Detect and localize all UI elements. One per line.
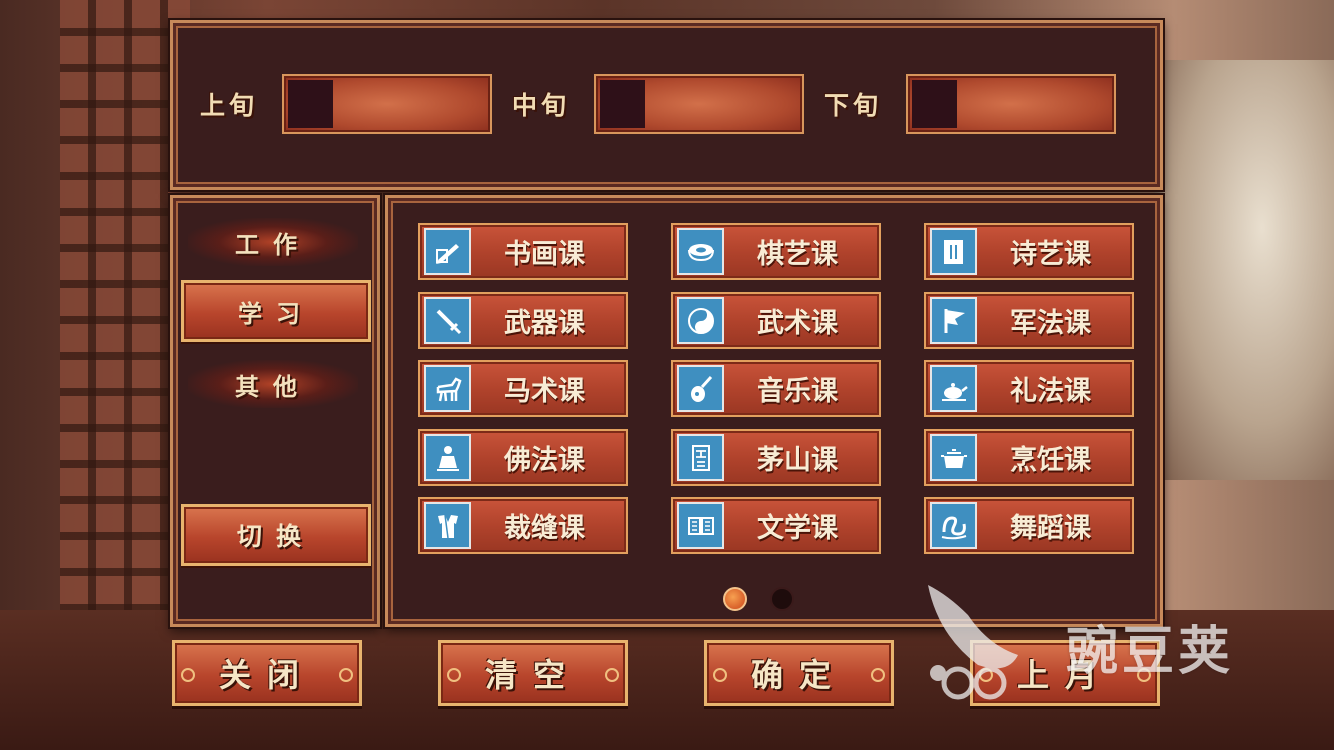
tab-work[interactable]: 工作: [188, 218, 358, 266]
slot-fill: [600, 80, 645, 128]
course-etiquette-button[interactable]: 礼法课: [924, 360, 1134, 417]
tab-other[interactable]: 其他: [188, 360, 358, 408]
talisman-icon: [677, 434, 724, 481]
previous-month-button[interactable]: 上月: [970, 640, 1160, 706]
poetry-scroll-icon: [930, 228, 977, 275]
page-dot-2[interactable]: [770, 587, 794, 611]
teapot-icon: [930, 365, 977, 412]
tab-study[interactable]: 学习: [181, 280, 371, 342]
xun-slot-late[interactable]: [906, 74, 1116, 134]
cooking-pot-icon: [930, 434, 977, 481]
course-cooking-button[interactable]: 烹饪课: [924, 429, 1134, 486]
pipa-icon: [677, 365, 724, 412]
slot-fill: [288, 80, 333, 128]
course-weapons-button[interactable]: 武器课: [418, 292, 628, 349]
course-poetry-button[interactable]: 诗艺课: [924, 223, 1134, 280]
course-tailoring-button[interactable]: 裁缝课: [418, 497, 628, 554]
course-literature-button[interactable]: 文学课: [671, 497, 881, 554]
book-icon: [677, 502, 724, 549]
course-label: 军法课: [1010, 308, 1091, 339]
course-music-button[interactable]: 音乐课: [671, 360, 881, 417]
close-button[interactable]: 关闭: [172, 640, 362, 706]
xun-slot-early[interactable]: [282, 74, 492, 134]
course-label: 文学课: [757, 513, 838, 544]
course-label: 烹饪课: [1010, 445, 1091, 476]
course-label: 舞蹈课: [1010, 513, 1091, 544]
course-calligraphy-button[interactable]: 书画课: [418, 223, 628, 280]
buddha-icon: [424, 434, 471, 481]
xun-slot-middle[interactable]: [594, 74, 804, 134]
course-label: 诗艺课: [1010, 239, 1091, 270]
course-label: 茅山课: [757, 445, 838, 476]
course-dance-button[interactable]: 舞蹈课: [924, 497, 1134, 554]
flag-icon: [930, 297, 977, 344]
course-military-button[interactable]: 军法课: [924, 292, 1134, 349]
course-martial-arts-button[interactable]: 武术课: [671, 292, 881, 349]
background-window: [1154, 60, 1334, 480]
go-bowl-icon: [677, 228, 724, 275]
course-label: 书画课: [504, 239, 585, 270]
course-label: 马术课: [504, 376, 585, 407]
switch-button[interactable]: 切换: [181, 504, 371, 566]
horse-icon: [424, 365, 471, 412]
xun-label-middle: 中旬: [512, 91, 571, 120]
course-buddhism-button[interactable]: 佛法课: [418, 429, 628, 486]
course-label: 佛法课: [504, 445, 585, 476]
course-label: 音乐课: [757, 376, 838, 407]
course-label: 武术课: [757, 308, 838, 339]
course-label: 武器课: [504, 308, 585, 339]
robe-icon: [424, 502, 471, 549]
course-maoshan-button[interactable]: 茅山课: [671, 429, 881, 486]
sword-icon: [424, 297, 471, 344]
xun-label-early: 上旬: [200, 91, 259, 120]
course-label: 棋艺课: [757, 239, 838, 270]
clear-button[interactable]: 清空: [438, 640, 628, 706]
course-label: 礼法课: [1010, 376, 1091, 407]
slot-fill: [912, 80, 957, 128]
course-label: 裁缝课: [504, 513, 585, 544]
confirm-button[interactable]: 确定: [704, 640, 894, 706]
course-chess-button[interactable]: 棋艺课: [671, 223, 881, 280]
course-horsemanship-button[interactable]: 马术课: [418, 360, 628, 417]
xun-label-late: 下旬: [824, 91, 883, 120]
ribbon-dance-icon: [930, 502, 977, 549]
page-dot-1[interactable]: [723, 587, 747, 611]
yin-yang-icon: [677, 297, 724, 344]
brush-scroll-icon: [424, 228, 471, 275]
